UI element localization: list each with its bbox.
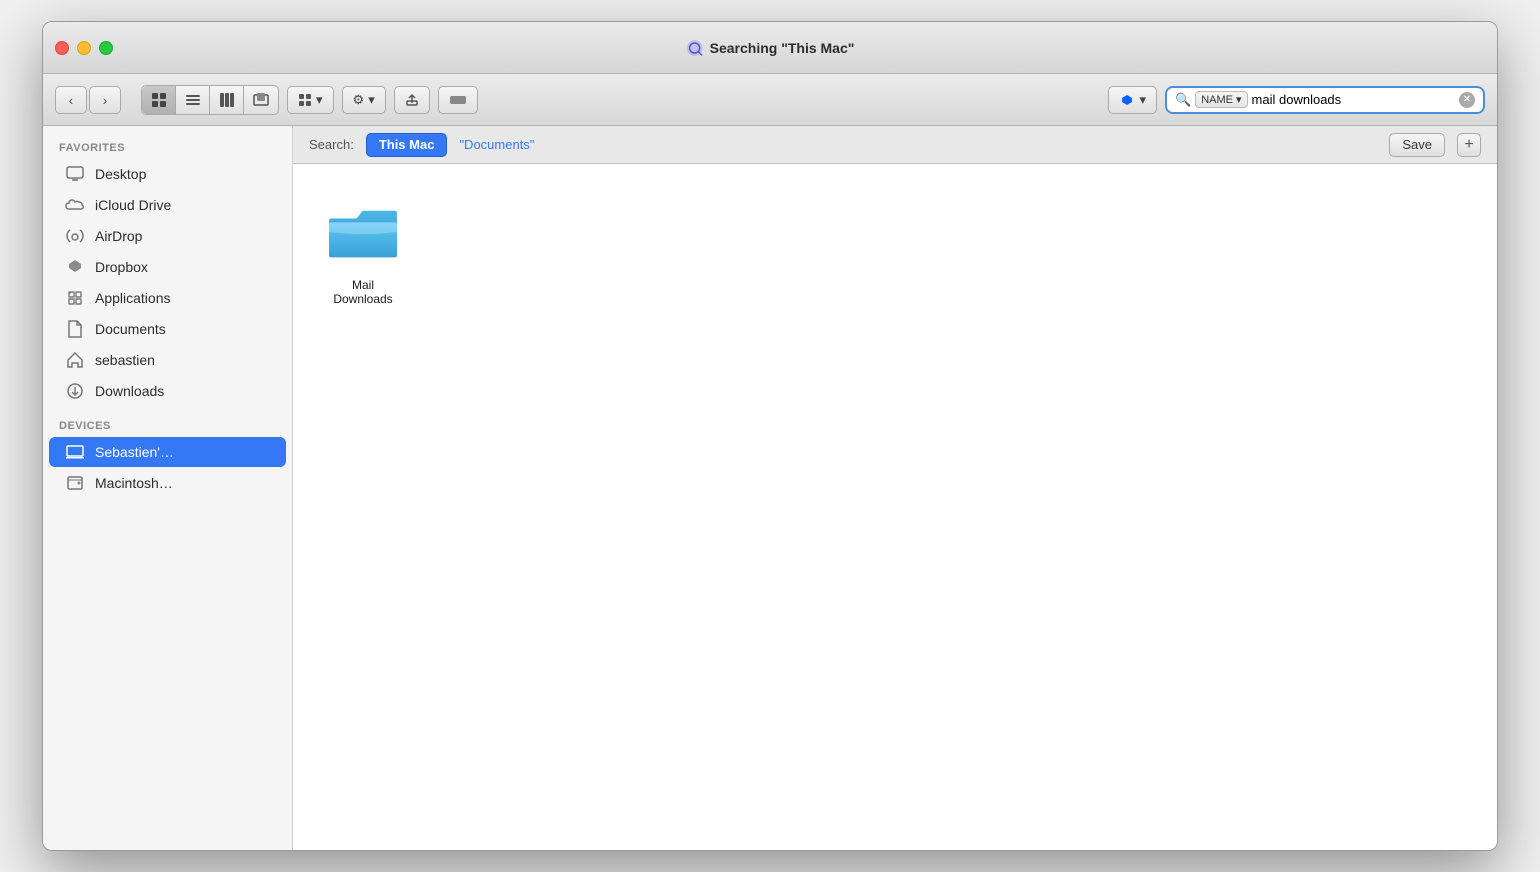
sidebar: Favorites Desktop iCloud Dri	[43, 126, 293, 850]
documents-icon	[65, 319, 85, 339]
airdrop-icon	[65, 226, 85, 246]
sidebar-item-downloads-label: Downloads	[95, 383, 164, 399]
home-icon	[65, 350, 85, 370]
sidebar-item-applications-label: Applications	[95, 290, 171, 306]
settings-arrow-icon: ▾	[368, 92, 375, 108]
this-mac-scope-button[interactable]: This Mac	[366, 133, 448, 157]
file-item-mail-downloads-label: Mail Downloads	[321, 278, 405, 306]
group-icon	[298, 93, 312, 107]
share-icon	[405, 93, 419, 107]
add-scope-button[interactable]: +	[1457, 133, 1481, 157]
sidebar-item-macintosh[interactable]: Macintosh…	[49, 468, 286, 498]
sidebar-item-macintosh-label: Macintosh…	[95, 475, 173, 491]
desktop-icon	[65, 164, 85, 184]
grid-view-icon	[151, 92, 167, 108]
cover-view-icon	[253, 92, 269, 108]
list-view-button[interactable]	[176, 86, 210, 114]
search-name-tag[interactable]: NAME ▾	[1195, 91, 1247, 108]
sidebar-item-desktop[interactable]: Desktop	[49, 159, 286, 189]
column-view-icon	[219, 92, 235, 108]
sidebar-item-documents[interactable]: Documents	[49, 314, 286, 344]
titlebar: Searching "This Mac"	[43, 22, 1497, 74]
folder-icon-wrapper	[323, 192, 403, 272]
main-area: Favorites Desktop iCloud Dri	[43, 126, 1497, 850]
downloads-icon	[65, 381, 85, 401]
search-label: Search:	[309, 137, 354, 152]
tag-icon	[449, 93, 467, 107]
dropbox-icon	[1119, 92, 1135, 108]
sidebar-item-applications[interactable]: Applications	[49, 283, 286, 313]
titlebar-center: Searching "This Mac"	[686, 39, 855, 57]
sidebar-item-dropbox[interactable]: Dropbox	[49, 252, 286, 282]
sidebar-item-icloud[interactable]: iCloud Drive	[49, 190, 286, 220]
minimize-button[interactable]	[77, 41, 91, 55]
file-item-mail-downloads[interactable]: Mail Downloads	[313, 184, 413, 314]
sidebar-item-sebastien[interactable]: sebastien	[49, 345, 286, 375]
scope-bar: Search: This Mac "Documents" Save +	[293, 126, 1497, 164]
share-button[interactable]	[394, 86, 430, 114]
search-input[interactable]	[1252, 92, 1455, 107]
sidebar-item-sebastien-mac[interactable]: Sebastien'…	[49, 437, 286, 467]
laptop-icon	[65, 442, 85, 462]
sidebar-item-icloud-label: iCloud Drive	[95, 197, 171, 213]
file-area: Mail Downloads	[293, 164, 1497, 850]
gear-icon: ⚙	[353, 92, 365, 108]
nav-buttons: ‹ ›	[55, 86, 121, 114]
devices-label: Devices	[43, 416, 292, 436]
sidebar-item-documents-label: Documents	[95, 321, 166, 337]
plus-icon: +	[1464, 136, 1473, 154]
group-button[interactable]: ▾	[287, 86, 334, 114]
sidebar-item-sebastien-label: sebastien	[95, 352, 155, 368]
settings-button[interactable]: ⚙ ▾	[342, 86, 386, 114]
finder-window: Searching "This Mac" ‹ ›	[42, 21, 1498, 851]
sidebar-item-airdrop-label: AirDrop	[95, 228, 142, 244]
dropbox-button[interactable]: ▾	[1108, 86, 1157, 114]
dropbox-sidebar-icon	[65, 257, 85, 277]
close-button[interactable]	[55, 41, 69, 55]
list-view-icon	[185, 92, 201, 108]
finder-icon	[686, 39, 704, 57]
back-button[interactable]: ‹	[55, 86, 87, 114]
search-bar: 🔍 NAME ▾ ✕	[1165, 86, 1485, 114]
view-buttons	[141, 85, 279, 115]
group-arrow-icon: ▾	[316, 92, 323, 108]
save-button[interactable]: Save	[1389, 133, 1445, 157]
search-name-label: NAME ▾	[1201, 93, 1241, 106]
close-icon: ✕	[1463, 94, 1471, 105]
cloud-icon	[65, 195, 85, 215]
sidebar-item-sebastien-mac-label: Sebastien'…	[95, 444, 174, 460]
hdd-icon	[65, 473, 85, 493]
applications-icon	[65, 288, 85, 308]
sidebar-item-airdrop[interactable]: AirDrop	[49, 221, 286, 251]
icon-view-button[interactable]	[142, 86, 176, 114]
tag-button[interactable]	[438, 86, 478, 114]
search-clear-button[interactable]: ✕	[1459, 92, 1475, 108]
traffic-lights	[55, 41, 113, 55]
toolbar: ‹ ›	[43, 74, 1497, 126]
cover-view-button[interactable]	[244, 86, 278, 114]
sidebar-item-dropbox-label: Dropbox	[95, 259, 148, 275]
dropbox-arrow-icon: ▾	[1139, 92, 1146, 108]
content-pane: Search: This Mac "Documents" Save +	[293, 126, 1497, 850]
documents-scope-button[interactable]: "Documents"	[459, 137, 534, 152]
favorites-label: Favorites	[43, 138, 292, 158]
search-icon: 🔍	[1175, 92, 1191, 108]
maximize-button[interactable]	[99, 41, 113, 55]
column-view-button[interactable]	[210, 86, 244, 114]
sidebar-item-downloads[interactable]: Downloads	[49, 376, 286, 406]
forward-button[interactable]: ›	[89, 86, 121, 114]
sidebar-item-desktop-label: Desktop	[95, 166, 146, 182]
window-title: Searching "This Mac"	[710, 40, 855, 56]
folder-icon	[324, 201, 402, 263]
